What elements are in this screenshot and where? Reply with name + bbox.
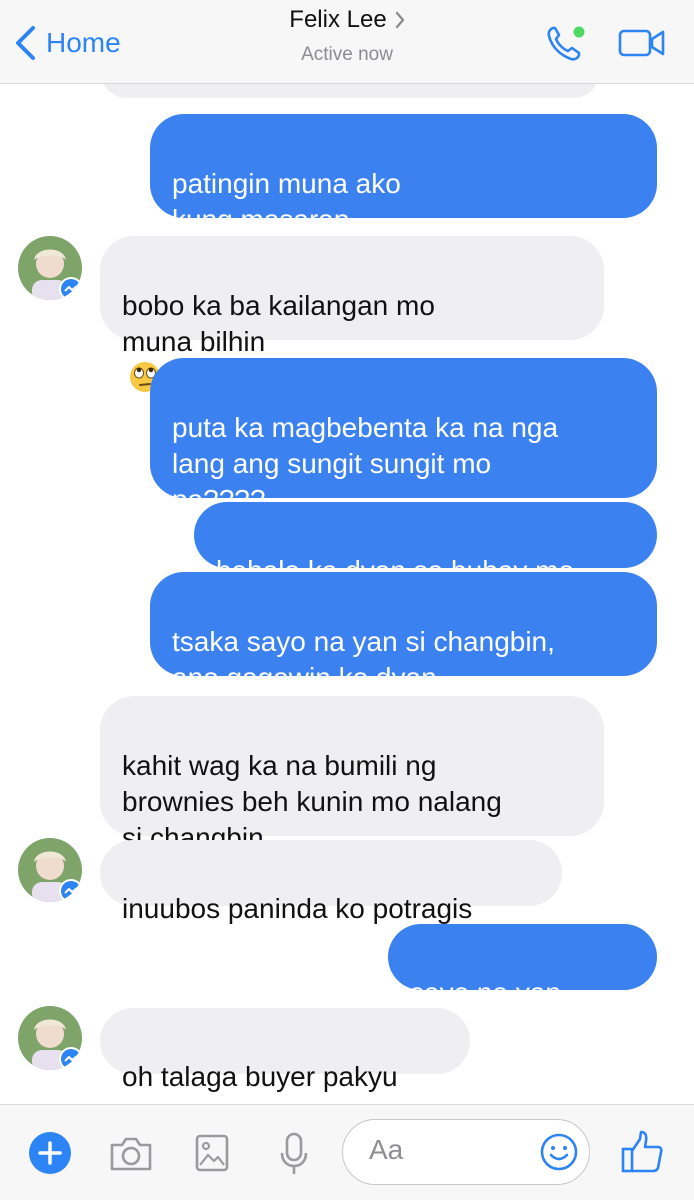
voice-message-button[interactable]	[278, 1131, 310, 1182]
message-bubble-outgoing[interactable]: tsaka sayo na yan si changbin, ano gagaw…	[150, 572, 657, 693]
video-call-button[interactable]	[618, 28, 666, 63]
conversation-header: Home Felix Lee Active now	[0, 0, 694, 84]
message-text: puta ka magbebenta ka na nga lang ang su…	[172, 412, 559, 515]
message-bubble-incoming[interactable]: kahit wag ka na bumili ng brownies beh k…	[100, 696, 604, 853]
message-bubble-outgoing[interactable]: sayo na yan	[388, 924, 657, 1043]
message-bubble-incoming[interactable]: inuubos paninda ko potragis	[100, 840, 562, 924]
message-bubble-incoming[interactable]: oh talaga buyer pakyu	[100, 1008, 470, 1092]
message-composer: Aa	[0, 1104, 694, 1200]
contact-avatar[interactable]	[18, 1006, 82, 1070]
thumbs-up-icon	[621, 1130, 663, 1173]
messenger-badge-icon	[59, 1047, 82, 1070]
message-bubble-outgoing[interactable]: puta ka magbebenta ka na nga lang ang su…	[150, 358, 657, 515]
contact-avatar[interactable]	[18, 236, 82, 300]
contact-avatar[interactable]	[18, 838, 82, 902]
microphone-icon	[280, 1132, 308, 1174]
message-thread[interactable]: patingin muna ako kung masarap bobo ka b…	[0, 84, 694, 1104]
message-text: patingin muna ako kung masarap	[172, 168, 401, 235]
messenger-badge-icon	[59, 277, 82, 300]
video-camera-icon	[618, 29, 665, 57]
message-bubble-partial	[100, 84, 600, 98]
emoji-button[interactable]	[539, 1132, 579, 1177]
gallery-button[interactable]	[194, 1133, 230, 1178]
smiley-icon	[540, 1133, 578, 1171]
message-text: kahit wag ka na bumili ng brownies beh k…	[122, 750, 502, 853]
message-text: inuubos paninda ko potragis	[122, 893, 473, 924]
more-actions-button[interactable]	[28, 1131, 72, 1180]
voice-call-button[interactable]	[544, 22, 590, 69]
contact-name: Felix Lee	[289, 6, 387, 33]
chevron-right-icon	[395, 11, 404, 29]
message-input-placeholder: Aa	[369, 1134, 404, 1165]
messenger-badge-icon	[59, 879, 82, 902]
message-text: sayo na yan	[410, 977, 561, 1008]
message-input[interactable]: Aa	[342, 1119, 590, 1185]
message-bubble-outgoing[interactable]: patingin muna ako kung masarap	[150, 114, 657, 235]
message-bubble-outgoing[interactable]: bahala ka dyan sa buhay mo	[194, 502, 657, 586]
phone-icon	[547, 26, 585, 61]
message-text: bobo ka ba kailangan mo muna bilhin	[122, 290, 435, 357]
message-text: tsaka sayo na yan si changbin, ano gagaw…	[172, 626, 555, 693]
plus-icon	[29, 1132, 71, 1174]
message-bubble-incoming[interactable]: bobo ka ba kailangan mo muna bilhin	[100, 236, 604, 392]
image-icon	[195, 1134, 229, 1172]
like-button[interactable]	[620, 1129, 664, 1180]
message-text: oh talaga buyer pakyu	[122, 1061, 398, 1092]
camera-button[interactable]	[108, 1135, 154, 1178]
camera-icon	[110, 1137, 152, 1171]
